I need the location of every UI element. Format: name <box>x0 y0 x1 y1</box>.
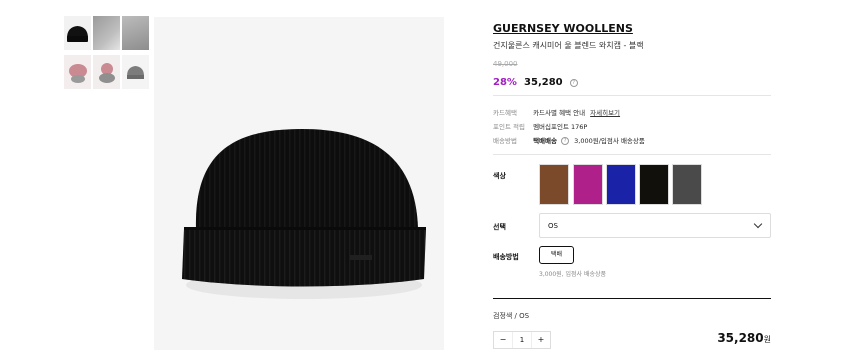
thumbnail-6[interactable] <box>122 55 149 89</box>
quantity-minus-button[interactable]: − <box>494 332 512 348</box>
card-benefit-row: 카드혜택 카드사별 혜택 안내 자세히보기 <box>493 107 620 117</box>
color-swatch-grey[interactable] <box>672 164 702 205</box>
point-row: 포인트 적립 멤버십포인트 176P <box>493 121 587 131</box>
delivery-info-icon[interactable]: ? <box>561 137 570 145</box>
shipping-note: 3,000원, 입점사 배송상품 <box>539 271 607 278</box>
color-swatch-brown[interactable] <box>539 164 569 205</box>
quantity-stepper: − 1 + <box>493 331 551 349</box>
discount-rate: 28% <box>493 77 517 88</box>
total-price-unit: 원 <box>763 335 771 344</box>
thumbnail-3[interactable] <box>122 16 149 50</box>
divider-dark <box>493 298 771 299</box>
delivery-value: 3,000원/입점사 배송상품 <box>574 137 645 145</box>
total-price: 35,280원 <box>717 331 771 345</box>
color-label: 색상 <box>493 172 506 180</box>
delivery-label: 배송방법 <box>493 137 517 145</box>
product-name: 건지울른스 캐시미어 울 블렌드 와치캡 - 블랙 <box>493 41 644 50</box>
card-benefit-label: 카드혜택 <box>493 109 517 117</box>
thumbnail-1[interactable] <box>64 16 91 50</box>
delivery-type: 택배배송 <box>533 137 557 145</box>
total-price-value: 35,280 <box>717 331 764 345</box>
shipping-label: 배송방법 <box>493 253 519 261</box>
card-benefit-link[interactable]: 자세히보기 <box>590 109 620 117</box>
thumbnail-5[interactable] <box>93 55 120 89</box>
model-side-thumbnail-icon <box>99 63 115 83</box>
thumbnail-2[interactable] <box>93 16 120 50</box>
shipping-option-button[interactable]: 택배 <box>539 246 574 264</box>
delivery-row: 배송방법 택배배송 ? 3,000원/입점사 배송상품 <box>493 135 645 145</box>
black-beanie-image <box>182 129 426 299</box>
size-select-value: OS <box>548 222 558 230</box>
price-row: 28% 35,280 ? <box>493 70 578 89</box>
quantity-value[interactable]: 1 <box>512 332 532 348</box>
sale-price: 35,280 <box>524 77 563 88</box>
color-swatch-magenta[interactable] <box>573 164 603 205</box>
divider <box>493 154 771 155</box>
price-info-icon[interactable]: ? <box>569 79 578 87</box>
point-label: 포인트 적립 <box>493 123 525 131</box>
color-swatch-black[interactable] <box>639 164 669 205</box>
point-value: 멤버십포인트 176P <box>533 123 588 131</box>
grey-beanie-thumbnail-icon <box>127 66 144 79</box>
brand-link[interactable]: GUERNSEY WOOLLENS <box>493 22 633 35</box>
thumbnail-4[interactable] <box>64 55 91 89</box>
main-product-image[interactable] <box>154 17 444 350</box>
model-thumbnail-icon <box>69 64 87 83</box>
size-select[interactable]: OS <box>539 213 771 238</box>
color-swatch-blue[interactable] <box>606 164 636 205</box>
original-price: 49,000 <box>493 60 518 68</box>
selected-option: 검정색 / OS <box>493 312 530 320</box>
card-benefit-value: 카드사별 혜택 안내 <box>533 109 586 117</box>
beanie-thumbnail-icon <box>67 26 88 42</box>
chevron-down-icon <box>753 219 763 229</box>
divider <box>493 95 771 96</box>
quantity-plus-button[interactable]: + <box>532 332 550 348</box>
select-label: 선택 <box>493 223 506 231</box>
